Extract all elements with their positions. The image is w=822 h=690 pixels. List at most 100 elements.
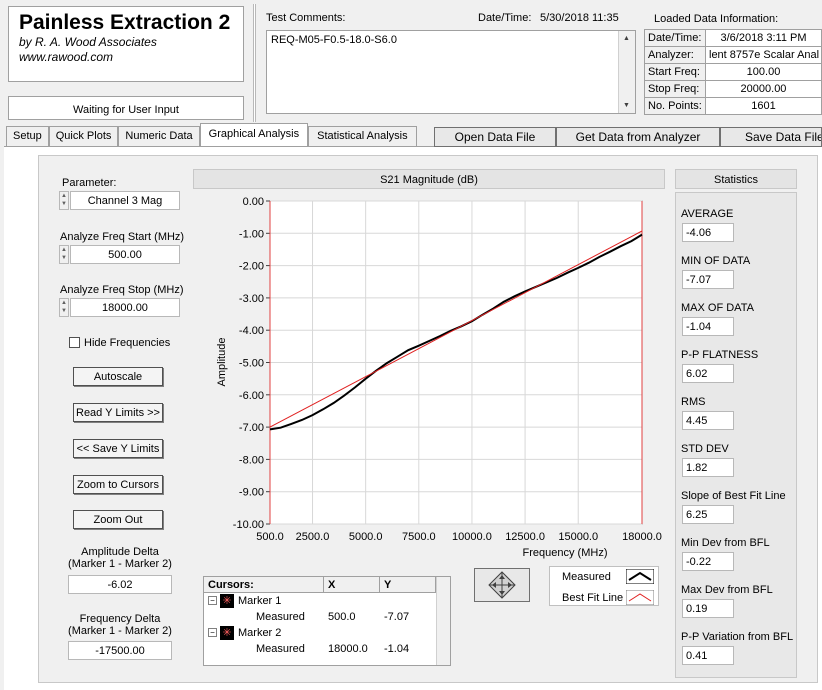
info-key: Date/Time: [644,29,706,47]
tab-statistical-analysis[interactable]: Statistical Analysis [308,126,417,146]
amp-delta-label-line2: (Marker 1 - Marker 2) [68,558,172,570]
freq-start-label: Analyze Freq Start (MHz) [60,231,185,243]
collapse-icon[interactable]: − [208,628,217,637]
freq-delta-label: Frequency Delta (Marker 1 - Marker 2) [50,613,190,637]
stat-value: 0.19 [682,599,734,618]
status-indicator: Waiting for User Input [8,96,244,120]
collapse-icon[interactable]: − [208,596,217,605]
freq-start-input[interactable]: 500.00 [70,245,180,264]
parameter-select[interactable]: Channel 3 Mag [70,191,180,210]
freq-start-spinner[interactable]: ▲ ▼ [59,245,69,264]
marker-cross-icon: ✳ [220,626,234,640]
y-tick-label: -9.00 [239,487,264,499]
parameter-spinner[interactable]: ▲ ▼ [59,191,69,210]
scroll-up-icon[interactable]: ▲ [623,35,630,42]
y-tick-label: -6.00 [239,390,264,402]
legend-bestfit-swatch [626,590,654,605]
freq-stop-spinner[interactable]: ▲ ▼ [59,298,69,317]
tab-numeric-data[interactable]: Numeric Data [118,126,200,146]
hide-frequencies-label: Hide Frequencies [84,337,171,349]
amp-delta-label: Amplitude Delta (Marker 1 - Marker 2) [50,546,190,570]
tab-bar: Setup Quick Plots Numeric Data Graphical… [6,123,417,146]
marker-2-x: 18000.0 [328,643,368,655]
info-key: Start Freq: [644,63,706,81]
cursors-header: Cursors: [204,577,324,593]
x-tick-label: 5000.0 [349,531,383,543]
tab-graphical-analysis[interactable]: Graphical Analysis [199,123,309,146]
info-row-start-freq: Start Freq: 100.00 [644,63,822,81]
save-y-limits-button[interactable]: << Save Y Limits [73,439,163,458]
x-tick-label: 7500.0 [402,531,436,543]
info-row-analyzer: Analyzer: lent 8757e Scalar Anal [644,46,822,64]
stat-value: 6.25 [682,505,734,524]
hide-frequencies-checkbox[interactable] [69,337,80,348]
marker-2-y: -1.04 [384,643,410,655]
website: www.rawood.com [19,50,114,64]
amp-delta-value: -6.02 [68,575,172,594]
loaded-data-table: Date/Time: 3/6/2018 3:11 PM Analyzer: lent… [644,29,822,115]
zoom-to-cursors-button[interactable]: Zoom to Cursors [73,475,163,494]
read-y-limits-button[interactable]: Read Y Limits >> [73,403,163,422]
freq-delta-value: -17500.00 [68,641,172,660]
x-tick-label: 10000.0 [452,531,492,543]
info-row-datetime: Date/Time: 3/6/2018 3:11 PM [644,29,822,47]
marker-2-label[interactable]: Marker 2 [238,627,281,639]
header-divider [253,4,256,122]
legend-bestfit-label: Best Fit Line [562,592,624,604]
info-row-stop-freq: Stop Freq: 20000.00 [644,80,822,98]
get-data-analyzer-button[interactable]: Get Data from Analyzer [556,127,720,147]
stat-label: AVERAGE [681,208,734,220]
y-tick-label: -5.00 [239,358,264,370]
tab-setup[interactable]: Setup [6,126,49,146]
info-key: Analyzer: [644,46,706,64]
loaded-data-title: Loaded Data Information: [654,13,779,25]
stat-label: MIN OF DATA [681,255,751,267]
scroll-down-icon[interactable]: ▼ [623,102,630,109]
freq-stop-label: Analyze Freq Stop (MHz) [60,284,184,296]
datetime-value: 5/30/2018 11:35 [540,12,619,24]
open-data-file-button[interactable]: Open Data File [434,127,556,147]
cursor-table[interactable]: Cursors: X Y − ✳ Marker 1 Measured 500.0… [203,576,451,666]
info-row-points: No. Points: 1601 [644,97,822,115]
stat-value: 1.82 [682,458,734,477]
info-value: 3/6/2018 3:11 PM [705,29,822,47]
amp-delta-label-line1: Amplitude Delta [81,546,159,558]
y-tick-label: -7.00 [239,422,264,434]
x-tick-label: 15000.0 [558,531,598,543]
marker-2-series: Measured [256,643,305,655]
datetime-label: Date/Time: [478,12,532,24]
app-logo: Painless Extraction 2 by R. A. Wood Asso… [8,6,244,82]
comments-textarea[interactable]: REQ-M05-F0.5-18.0-S6.0 ▲ ▼ [266,30,636,114]
marker-1-y: -7.07 [384,611,410,623]
statistics-title: Statistics [675,169,797,189]
cursor-col-y: Y [380,577,436,593]
y-tick-label: -2.00 [239,261,264,273]
diamond-arrows-icon[interactable] [475,569,529,601]
stat-label: MAX OF DATA [681,302,754,314]
chart-title: S21 Magnitude (dB) [193,169,665,189]
stat-value: 4.45 [682,411,734,430]
s21-magnitude-chart[interactable]: 0.00 -1.00 -2.00 -3.00 -4.00 -5.00 -6.00 -7.00 -… [193,190,665,565]
tab-quick-plots[interactable]: Quick Plots [48,126,119,146]
x-tick-label: 12500.0 [505,531,545,543]
zoom-out-button[interactable]: Zoom Out [73,510,163,529]
x-tick-label: 2500.0 [296,531,330,543]
stat-label: P-P Variation from BFL [681,631,794,643]
y-axis-label: Amplitude [216,338,228,387]
comments-scrollbar[interactable]: ▲ ▼ [618,31,635,113]
autoscale-button[interactable]: Autoscale [73,367,163,386]
stat-label: Max Dev from BFL [681,584,773,596]
legend-measured-swatch [626,569,654,584]
company-name: by R. A. Wood Associates [19,35,157,49]
info-value: 100.00 [705,63,822,81]
stat-value: -0.22 [682,552,734,571]
cursor-table-scrollbar[interactable] [436,577,450,665]
save-data-file-button[interactable]: Save Data File [720,127,822,147]
stat-label: Min Dev from BFL [681,537,770,549]
marker-1-label[interactable]: Marker 1 [238,595,281,607]
x-axis-label: Frequency (MHz) [523,547,608,559]
freq-stop-input[interactable]: 18000.00 [70,298,180,317]
cursor-move-pad[interactable] [474,568,530,602]
marker-1-x: 500.0 [328,611,356,623]
stat-label: Slope of Best Fit Line [681,490,786,502]
